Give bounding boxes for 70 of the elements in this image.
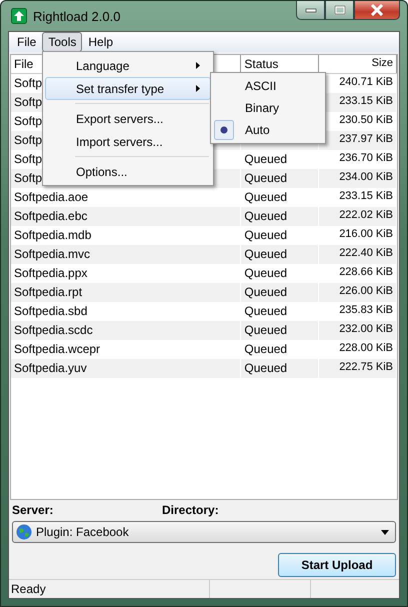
table-cell: Softpedia.ebc xyxy=(14,209,88,223)
table-cell: 233.15 KiB xyxy=(339,95,394,107)
server-label: Server: xyxy=(12,503,54,517)
table-cell: Softp xyxy=(14,152,42,166)
table-cell: Queued xyxy=(244,228,288,242)
menu-item[interactable]: Tools xyxy=(42,32,82,52)
table-cell: Softpedia.yuv xyxy=(14,361,87,375)
table-cell: 237.97 KiB xyxy=(339,133,394,145)
menu-item[interactable]: Binary xyxy=(213,97,323,119)
table-cell: Queued xyxy=(244,209,288,223)
table-cell: Softp xyxy=(14,114,42,128)
menu-item[interactable]: Help xyxy=(82,32,120,52)
table-cell: 232.00 KiB xyxy=(339,323,394,335)
window-title: Rightload 2.0.0 xyxy=(33,8,120,24)
table-cell: Queued xyxy=(244,285,288,299)
menu-item[interactable]: Export servers... xyxy=(45,107,211,130)
table-cell: Softpedia.sbd xyxy=(14,304,88,318)
table-cell: Softp xyxy=(14,95,42,109)
close-icon xyxy=(370,4,384,16)
status-text: Ready xyxy=(9,580,210,598)
table-cell: Queued xyxy=(244,323,288,337)
minimize-button[interactable] xyxy=(296,1,325,20)
app-icon xyxy=(11,8,27,24)
table-cell: 222.02 KiB xyxy=(339,209,394,221)
table-cell: Softpedia.ppx xyxy=(14,266,88,280)
table-cell: 228.66 KiB xyxy=(339,266,394,278)
table-cell: 226.00 KiB xyxy=(339,285,394,297)
table-cell: Queued xyxy=(244,361,288,375)
table-cell: Softpedia.mvc xyxy=(14,247,90,261)
table-cell: 233.15 KiB xyxy=(339,190,394,202)
table-cell: 222.75 KiB xyxy=(339,361,394,373)
menu-item[interactable]: Language xyxy=(45,54,211,77)
maximize-icon xyxy=(334,5,346,15)
table-cell: Softpedia.wcepr xyxy=(14,342,100,356)
dropdown-arrow-icon xyxy=(381,530,389,534)
menu-item[interactable]: Set transfer type xyxy=(45,77,211,100)
table-cell: 222.40 KiB xyxy=(339,247,394,259)
table-cell: Softpedia.rpt xyxy=(14,285,82,299)
table-cell: Softp xyxy=(14,133,42,147)
start-upload-button[interactable]: Start Upload xyxy=(278,553,396,577)
globe-icon xyxy=(16,524,32,540)
table-cell: Queued xyxy=(244,304,288,318)
menu-item[interactable]: ASCII xyxy=(213,75,323,97)
table-cell: 235.83 KiB xyxy=(339,304,394,316)
table-cell: 216.00 KiB xyxy=(339,228,394,240)
table-cell: Softpedia.aoe xyxy=(14,190,88,204)
table-cell: Softp xyxy=(14,76,42,90)
table-cell: 228.00 KiB xyxy=(339,342,394,354)
table-cell: Queued xyxy=(244,190,288,204)
menu-item[interactable]: Options... xyxy=(45,160,211,183)
close-button[interactable] xyxy=(354,1,400,20)
table-cell: Queued xyxy=(244,342,288,356)
table-cell: Softpedia.mdb xyxy=(14,228,92,242)
table-cell: 240.71 KiB xyxy=(339,76,394,88)
table-cell: Queued xyxy=(244,266,288,280)
directory-label: Directory: xyxy=(162,503,220,517)
table-cell: 230.50 KiB xyxy=(339,114,394,126)
table-cell: Softp xyxy=(14,171,42,185)
table-cell: 236.70 KiB xyxy=(339,152,394,164)
table-cell: Queued xyxy=(244,152,288,166)
server-dropdown[interactable]: Plugin: Facebook xyxy=(12,521,396,543)
maximize-button[interactable] xyxy=(325,1,354,20)
table-cell: Queued xyxy=(244,247,288,261)
minimize-icon xyxy=(304,7,316,13)
table-cell: 234.00 KiB xyxy=(339,171,394,183)
menu-item[interactable]: File xyxy=(11,32,42,52)
table-cell: Queued xyxy=(244,171,288,185)
menu-item[interactable]: Auto xyxy=(213,119,323,141)
table-cell: Softpedia.scdc xyxy=(14,323,93,337)
menu-item[interactable]: Import servers... xyxy=(45,130,211,153)
